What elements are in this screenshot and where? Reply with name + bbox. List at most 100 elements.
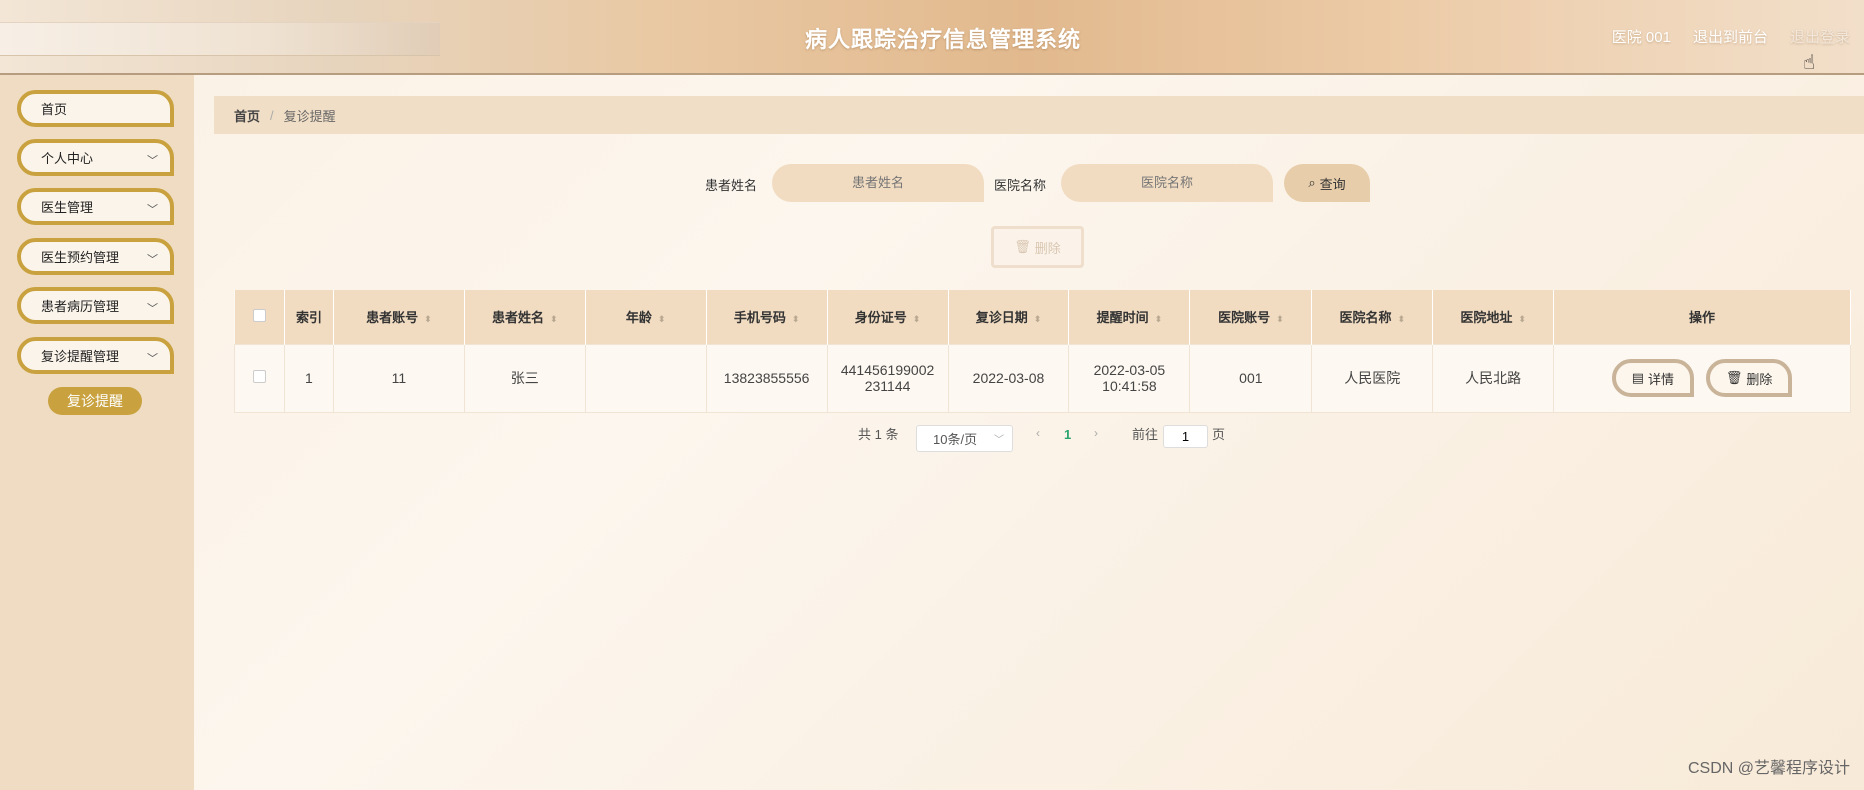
sidebar-item-doctor-management[interactable]: 医生管理 ﹀ xyxy=(17,188,174,225)
column-header-sortable[interactable]: 医院账号 ⬍ xyxy=(1189,290,1313,344)
row-delete-button[interactable]: 🗑 删除 xyxy=(1705,359,1793,397)
sort-icon[interactable]: ⬍ xyxy=(1398,314,1406,324)
cell-index: 1 xyxy=(283,343,334,413)
patient-name-label: 患者姓名 xyxy=(705,178,758,193)
sort-icon[interactable]: ⬍ xyxy=(1276,314,1284,324)
page-size-value: 10条/页 xyxy=(933,432,978,447)
column-header-sortable[interactable]: 年龄 ⬍ xyxy=(585,290,707,344)
column-header-label: 医院名称 xyxy=(1339,310,1392,326)
select-all-checkbox[interactable] xyxy=(252,308,266,322)
sidebar-item-label: 个人中心 xyxy=(41,151,94,166)
sidebar-item-home[interactable]: 首页 xyxy=(17,90,174,127)
current-page[interactable]: 1 xyxy=(1064,427,1071,442)
sidebar-item-revisit-management[interactable]: 复诊提醒管理 ﹀ xyxy=(17,337,174,374)
cell-hospital-name: 人民医院 xyxy=(1311,343,1434,413)
select-all-cell[interactable] xyxy=(234,290,285,344)
pagination-total: 共 1 条 xyxy=(858,427,899,442)
sidebar-item-label: 首页 xyxy=(41,102,68,117)
sort-icon[interactable]: ⬍ xyxy=(1034,314,1042,324)
header-actions: 医院 001 退出到前台 退出登录 xyxy=(1612,26,1850,47)
revisit-table: 索引 患者账号 ⬍ 患者姓名 ⬍ 年龄 ⬍ 手机号码 ⬍ 身份证号 ⬍ 复诊日期 ⬍ 提醒时… xyxy=(234,290,1851,413)
column-header-sortable[interactable]: 患者账号 ⬍ xyxy=(333,290,465,344)
column-header: 索引 xyxy=(284,290,334,344)
sidebar-subitem-revisit-reminder[interactable]: 复诊提醒 xyxy=(48,387,142,415)
column-header-label: 医院账号 xyxy=(1218,310,1271,326)
column-header: 操作 xyxy=(1553,290,1851,344)
sort-icon[interactable]: ⬍ xyxy=(658,314,666,324)
sort-icon[interactable]: ⬍ xyxy=(913,314,921,324)
row-checkbox[interactable] xyxy=(252,370,266,383)
query-button-label: 查询 xyxy=(1319,176,1346,192)
column-header-sortable[interactable]: 身份证号 ⬍ xyxy=(827,290,949,344)
row-delete-label: 删除 xyxy=(1746,371,1773,387)
cell-name: 张三 xyxy=(463,343,586,413)
cell-account: 11 xyxy=(332,343,465,413)
sidebar-item-label: 患者病历管理 xyxy=(41,299,120,314)
breadcrumb: 首页 / 复诊提醒 xyxy=(214,96,1864,134)
cell-actions: ▤ 详情 🗑 删除 xyxy=(1553,343,1851,413)
back-to-front-link[interactable]: 退出到前台 xyxy=(1693,26,1768,47)
sort-icon[interactable]: ⬍ xyxy=(424,314,432,324)
sidebar-item-label: 医生管理 xyxy=(41,200,94,215)
sort-icon[interactable]: ⬍ xyxy=(792,314,800,324)
trash-icon: 🗑 xyxy=(1014,239,1031,254)
hospital-name-input[interactable] xyxy=(1061,164,1273,202)
patient-name-input[interactable] xyxy=(772,164,984,202)
column-header-label: 身份证号 xyxy=(854,310,907,326)
document-icon: ▤ xyxy=(1631,370,1644,385)
chevron-down-icon: ﹀ xyxy=(147,303,158,315)
column-header-label: 复诊日期 xyxy=(975,310,1028,326)
chevron-down-icon: ﹀ xyxy=(147,204,158,216)
sidebar xyxy=(0,75,194,790)
breadcrumb-separator: / xyxy=(270,107,274,123)
search-icon: ⌕ xyxy=(1308,175,1316,190)
chevron-down-icon: ﹀ xyxy=(994,435,1004,446)
column-header-label: 医院地址 xyxy=(1460,310,1513,326)
breadcrumb-home[interactable]: 首页 xyxy=(234,106,260,125)
cell-remind-time: 2022-03-05 10:41:58 xyxy=(1068,343,1191,413)
sort-icon[interactable]: ⬍ xyxy=(550,314,558,324)
column-header-label: 手机号码 xyxy=(733,310,786,326)
detail-button[interactable]: ▤ 详情 xyxy=(1611,359,1694,397)
prev-page-icon[interactable]: ‹ xyxy=(1036,426,1040,440)
column-header-label: 年龄 xyxy=(625,310,652,326)
cell-hospital-account: 001 xyxy=(1189,343,1313,413)
column-header-label: 患者姓名 xyxy=(492,310,545,326)
column-header-sortable[interactable]: 复诊日期 ⬍ xyxy=(948,290,1070,344)
trash-icon: 🗑 xyxy=(1725,370,1743,385)
batch-delete-label: 删除 xyxy=(1034,240,1061,256)
column-header-sortable[interactable]: 医院名称 ⬍ xyxy=(1311,290,1434,344)
table-header-row: 索引 患者账号 ⬍ 患者姓名 ⬍ 年龄 ⬍ 手机号码 ⬍ 身份证号 ⬍ 复诊日期 ⬍ 提醒时… xyxy=(234,290,1851,344)
sort-icon[interactable]: ⬍ xyxy=(1155,314,1163,324)
breadcrumb-current: 复诊提醒 xyxy=(283,108,336,124)
hospital-name-label: 医院名称 xyxy=(994,178,1047,193)
column-header-sortable[interactable]: 患者姓名 ⬍ xyxy=(464,290,586,344)
batch-delete-button[interactable]: 🗑 删除 xyxy=(991,226,1084,268)
system-title: 病人跟踪治疗信息管理系统 xyxy=(804,27,1081,52)
next-page-icon[interactable]: › xyxy=(1094,426,1098,440)
cell-phone: 13823855556 xyxy=(705,343,828,413)
column-header-sortable[interactable]: 提醒时间 ⬍ xyxy=(1068,290,1191,344)
top-header: 病人跟踪治疗信息管理系统 医院 001 退出到前台 退出登录 xyxy=(0,0,1864,75)
row-select-cell[interactable] xyxy=(234,343,285,413)
page-size-select[interactable]: 10条/页 ﹀ xyxy=(916,425,1013,452)
sidebar-item-appointment-management[interactable]: 医生预约管理 ﹀ xyxy=(17,238,174,275)
chevron-down-icon: ﹀ xyxy=(147,353,158,365)
column-header-label: 提醒时间 xyxy=(1096,310,1149,326)
goto-suffix: 页 xyxy=(1212,427,1226,442)
sidebar-item-personal-center[interactable]: 个人中心 ﹀ xyxy=(17,139,174,176)
cell-age xyxy=(584,343,707,413)
cell-revisit-date: 2022-03-08 xyxy=(947,343,1070,413)
logout-link[interactable]: 退出登录 xyxy=(1790,26,1850,47)
sort-icon[interactable]: ⬍ xyxy=(1518,314,1526,324)
chevron-down-icon: ﹀ xyxy=(147,155,158,167)
query-button[interactable]: ⌕ 查询 xyxy=(1284,164,1370,202)
goto-page-input[interactable] xyxy=(1163,425,1208,448)
current-user: 医院 001 xyxy=(1611,29,1671,46)
table-row: 1 11 张三 13823855556 441456199002231144 2… xyxy=(234,343,1851,413)
column-header-sortable[interactable]: 医院地址 ⬍ xyxy=(1432,290,1555,344)
column-header-sortable[interactable]: 手机号码 ⬍ xyxy=(706,290,828,344)
sidebar-item-medical-records[interactable]: 患者病历管理 ﹀ xyxy=(17,287,174,324)
goto-prefix: 前往 xyxy=(1132,427,1159,442)
hand-cursor-icon: ☝ xyxy=(1803,52,1816,74)
